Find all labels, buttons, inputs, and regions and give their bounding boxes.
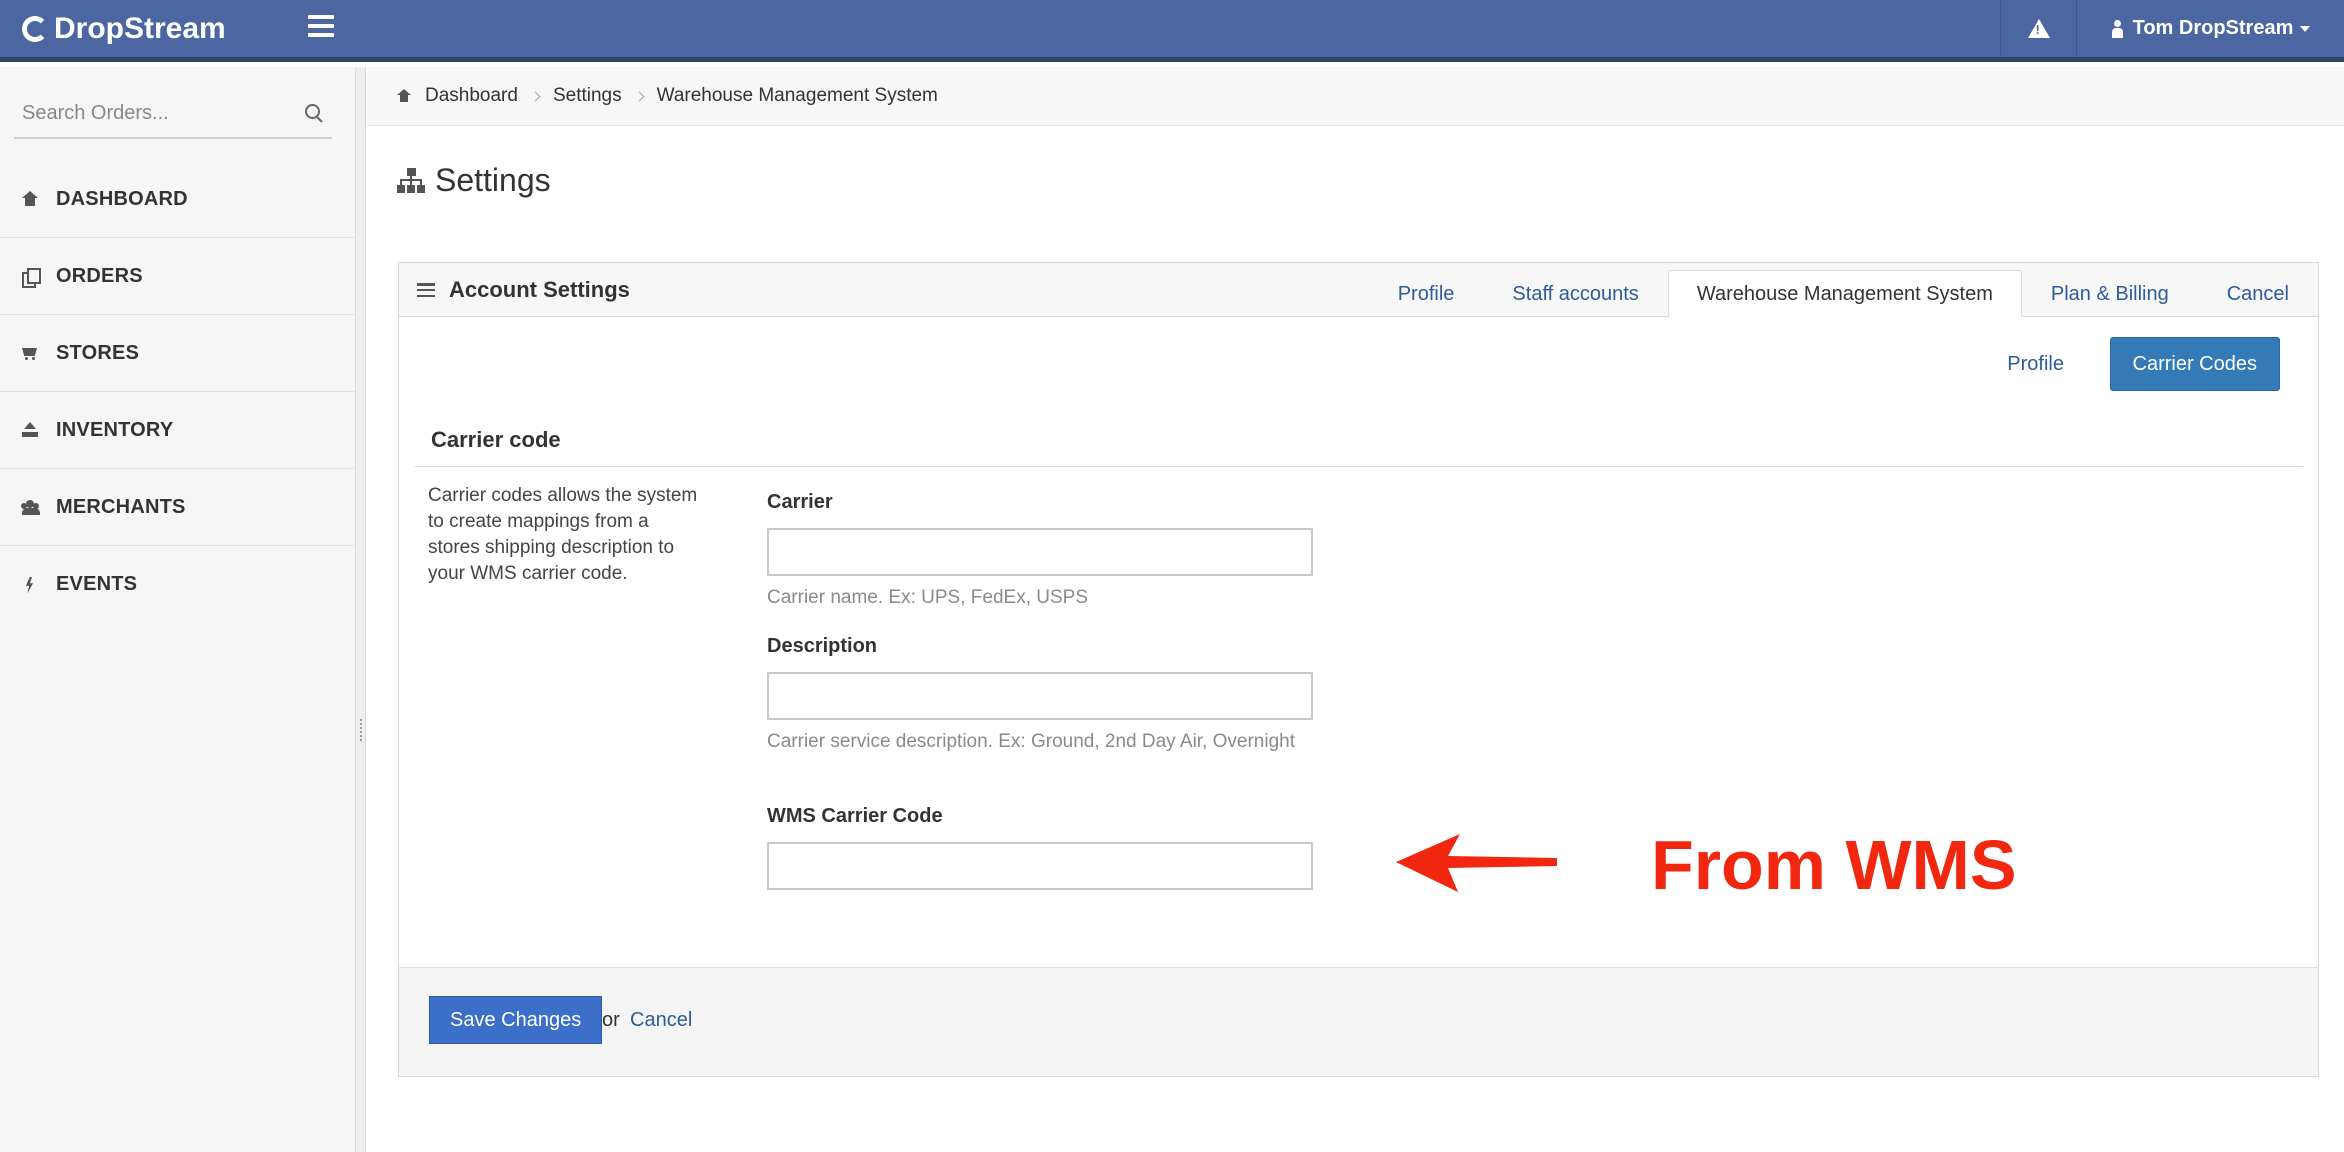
user-menu[interactable]: Tom DropStream bbox=[2076, 0, 2344, 57]
page-title-text: Settings bbox=[435, 162, 551, 198]
tab-cancel[interactable]: Cancel bbox=[2198, 271, 2318, 317]
breadcrumb: Dashboard Settings Warehouse Management … bbox=[367, 67, 2344, 126]
cart-icon bbox=[22, 345, 38, 361]
wms-carrier-code-input[interactable] bbox=[767, 842, 1313, 890]
sidebar-item-label: DASHBOARD bbox=[56, 187, 188, 210]
search-box bbox=[14, 89, 332, 139]
save-changes-button[interactable]: Save Changes bbox=[429, 996, 603, 1044]
user-name: Tom DropStream bbox=[2132, 17, 2294, 39]
tab-staff-accounts[interactable]: Staff accounts bbox=[1483, 271, 1667, 317]
users-icon bbox=[22, 499, 40, 515]
section-divider bbox=[415, 466, 2303, 467]
search-icon[interactable] bbox=[304, 103, 324, 123]
sidebar-item-label: EVENTS bbox=[56, 573, 138, 595]
home-icon bbox=[397, 89, 411, 103]
panel-title-text: Account Settings bbox=[449, 277, 630, 302]
section-title: Carrier code bbox=[431, 427, 561, 452]
wms-carrier-code-label: WMS Carrier Code bbox=[767, 805, 943, 827]
sidebar-item-dashboard[interactable]: DASHBOARD bbox=[0, 161, 356, 238]
sidebar: DASHBOARD ORDERS STORES INVENTORY MERCHA… bbox=[0, 67, 356, 1152]
section-description: Carrier codes allows the system to creat… bbox=[428, 485, 698, 584]
brand-logo[interactable]: DropStream bbox=[22, 0, 226, 57]
page-title: Settings bbox=[397, 162, 551, 199]
account-settings-panel: Account Settings Profile Staff accounts … bbox=[398, 262, 2319, 1077]
breadcrumb-settings[interactable]: Settings bbox=[553, 85, 622, 107]
upload-icon bbox=[22, 422, 38, 438]
user-icon bbox=[2111, 19, 2123, 38]
sidebar-item-stores[interactable]: STORES bbox=[0, 315, 356, 392]
alerts-button[interactable] bbox=[2000, 0, 2076, 57]
settings-tabs: Profile Staff accounts Warehouse Managem… bbox=[1369, 270, 2318, 317]
panel-title: Account Settings bbox=[417, 263, 630, 317]
carrier-label: Carrier bbox=[767, 491, 833, 513]
annotation-label: From WMS bbox=[1651, 826, 2017, 904]
chevron-right-icon bbox=[530, 91, 541, 101]
subnav-carrier-codes[interactable]: Carrier Codes bbox=[2109, 337, 2280, 391]
orders-icon bbox=[22, 268, 41, 288]
chevron-right-icon bbox=[634, 91, 645, 101]
panel-footer: Save Changes or Cancel bbox=[399, 967, 2318, 1076]
tab-plan-billing[interactable]: Plan & Billing bbox=[2022, 271, 2198, 317]
search-orders-input[interactable] bbox=[14, 101, 304, 125]
bolt-icon bbox=[22, 577, 38, 593]
description-help-text: Carrier service description. Ex: Ground,… bbox=[767, 731, 1296, 752]
bars-icon bbox=[417, 283, 435, 297]
cancel-link[interactable]: Cancel bbox=[630, 996, 692, 1044]
annotation-arrow-icon bbox=[1396, 834, 1557, 892]
panel-header: Account Settings Profile Staff accounts … bbox=[399, 263, 2318, 317]
tab-warehouse-management-system[interactable]: Warehouse Management System bbox=[1667, 270, 2022, 317]
sidebar-item-label: MERCHANTS bbox=[56, 495, 186, 518]
sidebar-resize-handle[interactable] bbox=[356, 67, 366, 1152]
sidebar-item-orders[interactable]: ORDERS bbox=[0, 238, 356, 315]
tab-profile[interactable]: Profile bbox=[1369, 271, 1484, 317]
warning-icon bbox=[2027, 19, 2050, 38]
sidebar-item-label: INVENTORY bbox=[56, 418, 174, 441]
breadcrumb-current: Warehouse Management System bbox=[656, 85, 938, 106]
sidebar-item-label: STORES bbox=[56, 341, 140, 364]
description-label: Description bbox=[767, 635, 878, 657]
breadcrumb-dashboard[interactable]: Dashboard bbox=[425, 85, 518, 107]
main-content: Dashboard Settings Warehouse Management … bbox=[367, 67, 2344, 1152]
sidebar-item-events[interactable]: EVENTS bbox=[0, 546, 356, 623]
sidebar-item-inventory[interactable]: INVENTORY bbox=[0, 392, 356, 469]
carrier-input[interactable] bbox=[767, 528, 1313, 576]
top-right-controls: Tom DropStream bbox=[2000, 0, 2344, 57]
subnav-profile[interactable]: Profile bbox=[1991, 337, 2080, 391]
top-navbar: DropStream Tom DropStream bbox=[0, 0, 2344, 62]
or-text: or bbox=[602, 1008, 620, 1031]
brand-name: DropStream bbox=[54, 11, 226, 45]
home-icon bbox=[22, 191, 38, 207]
description-input[interactable] bbox=[767, 672, 1313, 720]
dropstream-logo-icon bbox=[22, 15, 48, 42]
sitemap-icon bbox=[397, 167, 425, 194]
sidebar-nav: DASHBOARD ORDERS STORES INVENTORY MERCHA… bbox=[0, 161, 356, 623]
carrier-help-text: Carrier name. Ex: UPS, FedEx, USPS bbox=[767, 587, 1088, 608]
menu-toggle-icon[interactable] bbox=[308, 15, 334, 37]
sidebar-item-label: ORDERS bbox=[56, 264, 143, 287]
caret-down-icon bbox=[2300, 25, 2311, 32]
sidebar-item-merchants[interactable]: MERCHANTS bbox=[0, 469, 356, 546]
